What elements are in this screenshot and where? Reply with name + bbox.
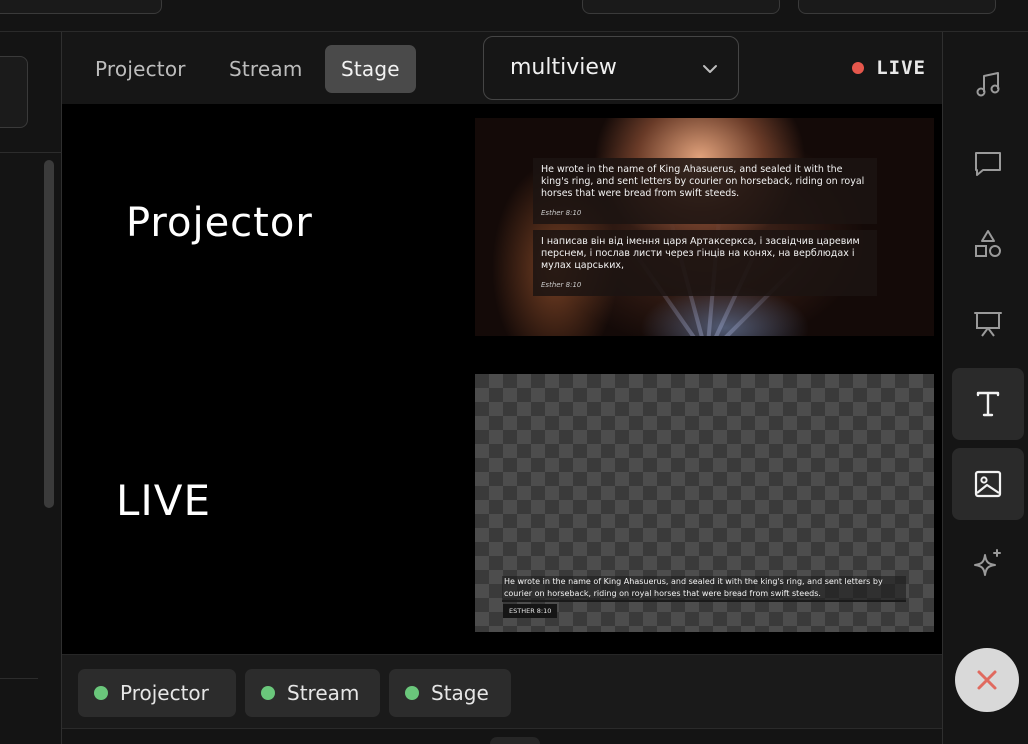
output-status-bar: Projector Stream Stage [62, 654, 942, 730]
output-pill-stream[interactable]: Stream [245, 669, 380, 717]
chat-bubble-icon [975, 152, 1001, 176]
verse-reference: Esther 8:10 [541, 281, 582, 289]
verse-box-ukrainian: І написав він від імення царя Артаксеркс… [533, 230, 877, 296]
verse-text: He wrote in the name of King Ahasuerus, … [541, 164, 865, 199]
live-dot-icon [852, 62, 865, 74]
left-panel-button[interactable] [0, 56, 28, 128]
verse-reference: Esther 8:10 [541, 209, 582, 217]
resize-handle[interactable] [490, 737, 540, 744]
bottom-bar [62, 728, 942, 744]
layout-select[interactable]: multiview [483, 36, 739, 100]
text-button[interactable] [952, 368, 1024, 440]
music-button[interactable] [952, 48, 1024, 120]
projector-slot-label: Projector [126, 200, 313, 246]
stage-preview: Projector LIVE He wrote in the name of K… [62, 104, 942, 654]
music-icon [976, 72, 1000, 97]
status-dot-icon [94, 686, 108, 700]
divider [0, 152, 62, 153]
live-indicator: LIVE [852, 56, 926, 80]
output-pill-stage[interactable]: Stage [389, 669, 511, 717]
chevron-down-icon [703, 65, 717, 73]
divider [0, 678, 38, 679]
layout-select-value: multiview [510, 55, 617, 80]
tab-stage[interactable]: Stage [325, 45, 416, 93]
close-button[interactable] [955, 648, 1019, 712]
output-label: Stage [431, 681, 489, 705]
top-toolbar-control[interactable] [798, 0, 996, 14]
live-label: LIVE [876, 57, 926, 79]
verse-box-english: He wrote in the name of King Ahasuerus, … [533, 158, 877, 224]
left-panel [0, 32, 62, 744]
lower-third-reference: ESTHER 8:10 [503, 604, 558, 618]
status-dot-icon [405, 686, 419, 700]
presentation-button[interactable] [952, 288, 1024, 360]
output-pill-projector[interactable]: Projector [78, 669, 236, 717]
text-icon [976, 391, 1000, 417]
projector-screen-preview[interactable]: He wrote in the name of King Ahasuerus, … [475, 118, 934, 336]
scrollbar[interactable] [44, 160, 54, 508]
image-icon [974, 470, 1002, 498]
top-toolbar [0, 0, 1028, 32]
top-toolbar-control[interactable] [582, 0, 780, 14]
output-preview-panel: Projector Stream Stage multiview LIVE Pr… [62, 32, 942, 730]
shapes-icon [975, 230, 1001, 257]
tab-stream[interactable]: Stream [213, 45, 319, 93]
output-tabs: Projector Stream Stage multiview LIVE [62, 32, 942, 104]
presentation-icon [974, 312, 1002, 337]
status-dot-icon [261, 686, 275, 700]
output-label: Projector [120, 681, 209, 705]
shapes-button[interactable] [952, 208, 1024, 280]
live-screen-preview[interactable]: He wrote in the name of King Ahasuerus, … [475, 374, 934, 632]
lower-third-text: He wrote in the name of King Ahasuerus, … [502, 576, 906, 602]
top-toolbar-control[interactable] [0, 0, 162, 14]
chat-button[interactable] [952, 128, 1024, 200]
close-icon [977, 670, 997, 690]
effects-button[interactable] [952, 528, 1024, 600]
tab-projector[interactable]: Projector [79, 45, 202, 93]
live-slot-label: LIVE [116, 476, 212, 525]
output-label: Stream [287, 681, 360, 705]
image-button[interactable] [952, 448, 1024, 520]
sparkles-icon [974, 549, 1001, 576]
verse-text: І написав він від імення царя Артаксеркс… [541, 236, 860, 271]
right-sidebar [942, 32, 1028, 744]
